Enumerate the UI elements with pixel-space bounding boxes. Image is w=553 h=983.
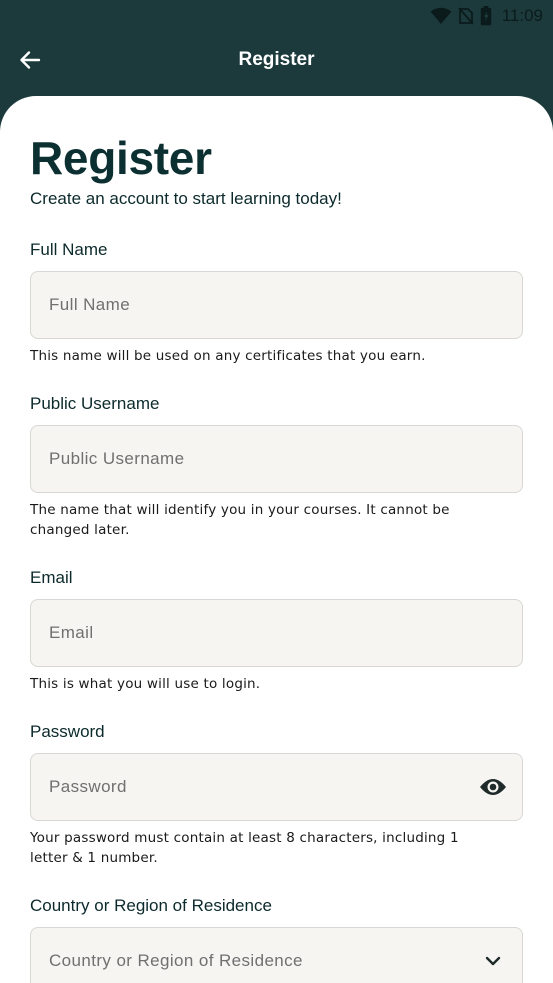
eye-icon — [480, 779, 506, 795]
chevron-down-icon — [485, 956, 501, 966]
password-helper-line2: letter & 1 number. — [30, 850, 158, 866]
password-helper: Your password must contain at least 8 ch… — [30, 828, 523, 868]
country-label: Country or Region of Residence — [30, 896, 272, 915]
app-bar-title: Register — [238, 49, 315, 70]
email-helper: This is what you will use to login. — [30, 676, 261, 692]
username-label: Public Username — [30, 394, 160, 413]
register-sheet: Register Create an account to start lear… — [0, 96, 553, 983]
username-helper-line1: The name that will identify you in your … — [30, 502, 450, 518]
country-dropdown-toggle[interactable] — [478, 946, 508, 976]
email-label: Email — [30, 568, 73, 587]
password-input[interactable] — [49, 777, 504, 797]
wifi-icon — [430, 7, 452, 24]
register-form: Register Create an account to start lear… — [30, 132, 523, 983]
status-time: 11:09 — [501, 6, 543, 25]
password-field[interactable] — [30, 753, 523, 821]
username-field[interactable] — [30, 425, 523, 493]
country-select[interactable]: Country or Region of Residence — [30, 927, 523, 983]
status-bar: 11:09 — [0, 0, 553, 32]
back-button[interactable] — [14, 44, 46, 76]
email-field[interactable] — [30, 599, 523, 667]
username-helper: The name that will identify you in your … — [30, 500, 523, 540]
password-helper-line1: Your password must contain at least 8 ch… — [30, 830, 459, 846]
app-bar: Register — [0, 32, 553, 88]
username-helper-line2: changed later. — [30, 522, 130, 538]
page-subtitle: Create an account to start learning toda… — [30, 189, 342, 208]
username-input[interactable] — [49, 449, 504, 469]
full-name-field[interactable] — [30, 271, 523, 339]
full-name-helper: This name will be used on any certificat… — [30, 348, 426, 364]
arrow-left-icon — [20, 51, 41, 69]
password-visibility-toggle[interactable] — [478, 772, 508, 802]
country-select-placeholder: Country or Region of Residence — [49, 951, 303, 970]
page-title: Register — [30, 132, 212, 184]
battery-icon — [480, 6, 491, 26]
password-label: Password — [30, 722, 105, 741]
full-name-input[interactable] — [49, 295, 504, 315]
no-sim-icon — [458, 7, 474, 25]
full-name-label: Full Name — [30, 240, 108, 259]
email-input[interactable] — [49, 623, 504, 643]
